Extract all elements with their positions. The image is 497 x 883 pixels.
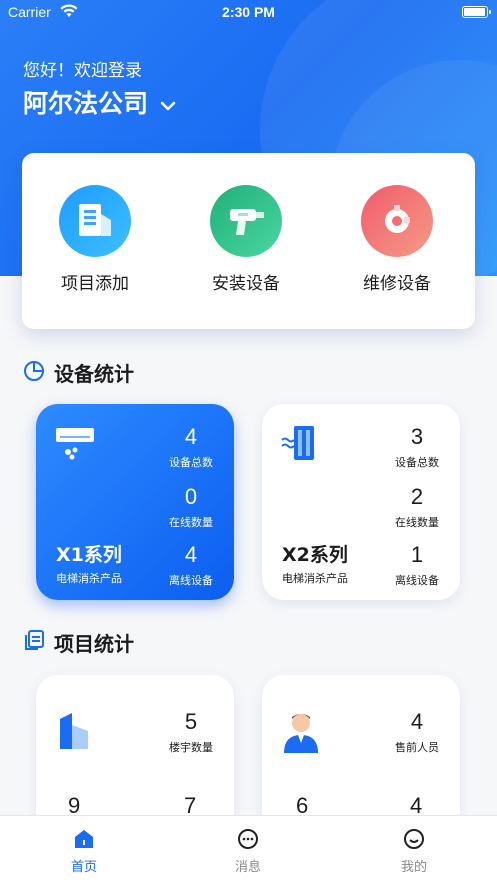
home-icon — [24, 826, 144, 852]
presales-count-label: 售前人员 — [395, 741, 439, 754]
online-devices-block: 0 在线数量 — [156, 484, 226, 530]
total-devices-block: 3 设备总数 — [382, 424, 452, 470]
project-stats-title: 项目统计 — [54, 632, 134, 656]
series-subtitle: 电梯消杀产品 — [282, 572, 348, 585]
online-devices-label: 在线数量 — [395, 516, 439, 529]
add-project-button[interactable]: 项目添加 — [35, 185, 155, 294]
offline-devices-value: 1 — [410, 542, 424, 567]
tab-home[interactable]: 首页 — [24, 826, 144, 875]
air-purifier-icon — [54, 426, 96, 466]
x2-series-card[interactable]: 3 设备总数 2 在线数量 1 离线设备 X2系列 电梯消杀产品 — [262, 404, 460, 600]
smiley-icon — [354, 826, 474, 852]
online-devices-value: 0 — [184, 484, 198, 509]
offline-devices-label: 离线设备 — [395, 574, 439, 587]
status-bar: Carrier 2:30 PM — [0, 0, 497, 26]
offline-devices-value: 4 — [184, 542, 198, 567]
online-devices-block: 2 在线数量 — [382, 484, 452, 530]
person-icon — [282, 709, 320, 757]
presales-count-block: 4 售前人员 — [382, 709, 452, 755]
building-icon — [58, 711, 90, 755]
company-selector[interactable]: 阿尔法公司 — [23, 84, 176, 120]
chevron-down-icon — [160, 88, 176, 117]
offline-devices-label: 离线设备 — [169, 574, 213, 587]
building-count-block: 5 楼宇数量 — [156, 709, 226, 755]
drill-icon — [210, 185, 282, 257]
tab-messages[interactable]: 消息 — [188, 826, 308, 875]
greeting-text: 您好！欢迎登录 — [23, 61, 142, 81]
clock: 2:30 PM — [222, 4, 275, 20]
tab-messages-label: 消息 — [234, 860, 261, 875]
tab-profile[interactable]: 我的 — [354, 826, 474, 875]
x1-series-card[interactable]: 4 设备总数 0 在线数量 4 离线设备 X1系列 电梯消杀产品 — [36, 404, 234, 600]
install-device-label: 安装设备 — [212, 274, 280, 294]
pie-chart-icon — [22, 358, 46, 387]
total-devices-value: 4 — [184, 424, 198, 449]
total-devices-label: 设备总数 — [169, 456, 213, 469]
device-stats-title: 设备统计 — [54, 362, 134, 386]
documents-icon — [22, 628, 46, 657]
add-project-label: 项目添加 — [61, 274, 129, 294]
presales-count-value: 4 — [410, 709, 424, 734]
series-subtitle: 电梯消杀产品 — [56, 572, 122, 585]
tab-bar: 首页 消息 我的 — [0, 815, 497, 883]
company-name: 阿尔法公司 — [23, 89, 149, 118]
series-name: X1系列 — [56, 544, 122, 566]
online-devices-label: 在线数量 — [169, 516, 213, 529]
device-stats-header: 设备统计 — [22, 358, 134, 387]
sterilizer-icon — [280, 424, 322, 468]
online-devices-value: 2 — [410, 484, 424, 509]
quick-actions-card: 项目添加 安装设备 维修设备 — [22, 153, 475, 329]
offline-devices-block: 4 离线设备 — [156, 542, 226, 588]
building-count-label: 楼宇数量 — [169, 741, 213, 754]
repair-device-label: 维修设备 — [363, 274, 431, 294]
chat-bubble-icon — [188, 826, 308, 852]
total-devices-value: 3 — [410, 424, 424, 449]
total-devices-block: 4 设备总数 — [156, 424, 226, 470]
wrench-icon — [361, 185, 433, 257]
project-stats-header: 项目统计 — [22, 628, 134, 657]
install-device-button[interactable]: 安装设备 — [186, 185, 306, 294]
offline-devices-block: 1 离线设备 — [382, 542, 452, 588]
building-count-value: 5 — [184, 709, 198, 734]
repair-device-button[interactable]: 维修设备 — [337, 185, 457, 294]
document-icon — [59, 185, 131, 257]
series-name: X2系列 — [282, 544, 348, 566]
tab-profile-label: 我的 — [400, 860, 427, 875]
tab-home-label: 首页 — [70, 860, 97, 875]
total-devices-label: 设备总数 — [395, 456, 439, 469]
battery-icon — [462, 6, 491, 18]
